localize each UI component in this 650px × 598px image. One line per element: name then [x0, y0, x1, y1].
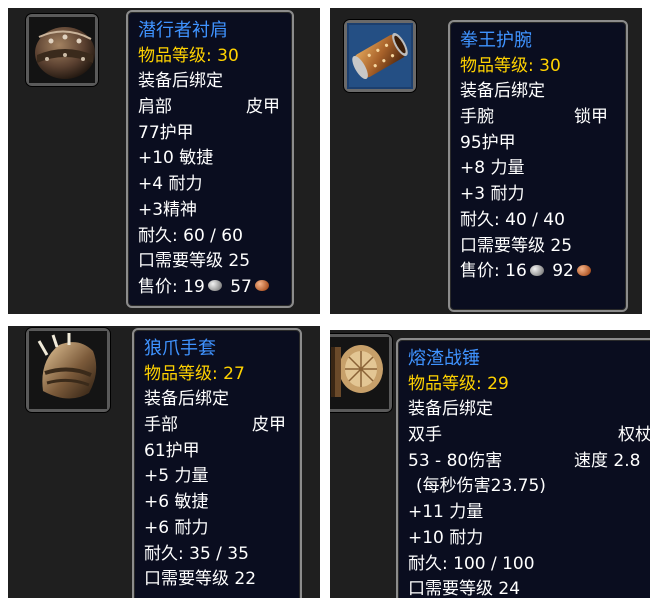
weapon-speed: 速度 2.8 [574, 450, 641, 471]
stat-line: +10 耐力 [408, 527, 484, 548]
leather-shoulders-icon [29, 17, 95, 83]
clawed-gloves-icon [29, 331, 107, 409]
stat-line: +5 力量 [144, 466, 209, 487]
bind-text: 装备后绑定 [144, 389, 229, 410]
slot-row: 双手 权杖 [408, 423, 650, 449]
item-tooltip-shoulders: 潜行者衬肩 物品等级: 30 装备后绑定 肩部 皮甲 77护甲 +10 敏捷 +… [126, 10, 294, 308]
item-slot-shoulders[interactable] [26, 14, 98, 86]
item-level: 物品等级: 27 [144, 363, 245, 384]
level-requirement: 口需要等级 25 [460, 235, 573, 256]
slot-label: 肩部 [138, 97, 172, 118]
item-slot-bracers[interactable] [344, 20, 416, 92]
copper-coin-icon [576, 264, 591, 276]
slot-row: 手部 皮甲 [144, 413, 292, 439]
item-level: 物品等级: 29 [408, 373, 509, 394]
armor-type: 锁甲 [574, 107, 608, 128]
item-tooltip-hammer: 熔渣战锤 物品等级: 29 装备后绑定 双手 权杖 53 - 80伤害 速度 2… [396, 338, 650, 598]
stat-line: +11 力量 [408, 502, 484, 523]
armor-type: 皮甲 [246, 97, 280, 118]
sell-price: 售价: 19 57 [138, 275, 284, 301]
slot-row: 手腕 锁甲 [460, 105, 618, 131]
stat-line: +8 力量 [460, 158, 525, 179]
item-name: 拳王护腕 [460, 30, 532, 51]
weapon-type: 权杖 [618, 425, 650, 446]
damage-row: 53 - 80伤害 速度 2.8 [408, 449, 650, 475]
item-slot-gloves[interactable] [26, 328, 110, 412]
sell-price: 售价: 16 92 [460, 259, 618, 285]
item-panel-bracers: 拳王护腕 物品等级: 30 装备后绑定 手腕 锁甲 95护甲 +8 力量 +3 … [330, 8, 642, 314]
slot-label: 手腕 [460, 107, 494, 128]
item-level: 物品等级: 30 [138, 45, 239, 66]
armor-type: 皮甲 [252, 415, 286, 436]
item-panel-hammer: 熔渣战锤 物品等级: 29 装备后绑定 双手 权杖 53 - 80伤害 速度 2… [330, 330, 650, 598]
item-slot-hammer[interactable] [330, 334, 392, 412]
war-hammer-icon [330, 337, 389, 409]
damage-range: 53 - 80伤害 [408, 450, 503, 471]
item-tooltip-bracers: 拳王护腕 物品等级: 30 装备后绑定 手腕 锁甲 95护甲 +8 力量 +3 … [448, 20, 628, 312]
item-name: 狼爪手套 [144, 338, 216, 359]
durability: 耐久: 40 / 40 [460, 209, 565, 230]
level-requirement: 口需要等级 22 [144, 569, 257, 590]
item-name: 潜行者衬肩 [138, 20, 228, 41]
slot-row: 肩部 皮甲 [138, 95, 284, 121]
durability: 耐久: 35 / 35 [144, 543, 249, 564]
item-name: 熔渣战锤 [408, 348, 480, 369]
dps: (每秒伤害23.75) [416, 476, 546, 497]
bind-text: 装备后绑定 [138, 71, 223, 92]
item-panel-gloves: 狼爪手套 物品等级: 27 装备后绑定 手部 皮甲 61护甲 +5 力量 +6 … [8, 326, 320, 598]
durability: 耐久: 100 / 100 [408, 553, 535, 574]
item-tooltip-gloves: 狼爪手套 物品等级: 27 装备后绑定 手部 皮甲 61护甲 +5 力量 +6 … [132, 328, 302, 598]
level-requirement: 口需要等级 24 [408, 579, 521, 598]
stat-line: +3精神 [138, 199, 198, 220]
stat-line: +10 敏捷 [138, 148, 214, 169]
stat-line: +3 耐力 [460, 184, 525, 205]
copper-coin-icon [254, 280, 269, 292]
durability: 耐久: 60 / 60 [138, 225, 243, 246]
slot-label: 双手 [408, 425, 442, 446]
bind-text: 装备后绑定 [408, 399, 493, 420]
silver-coin-icon [529, 264, 544, 276]
slot-label: 手部 [144, 415, 178, 436]
silver-coin-icon [207, 280, 222, 292]
stat-line: +6 敏捷 [144, 492, 209, 513]
bracer-icon [347, 23, 413, 89]
armor-value: 95护甲 [460, 132, 516, 153]
bind-text: 装备后绑定 [460, 81, 545, 102]
level-requirement: 口需要等级 25 [138, 251, 251, 272]
item-panel-shoulders: 潜行者衬肩 物品等级: 30 装备后绑定 肩部 皮甲 77护甲 +10 敏捷 +… [8, 8, 320, 314]
armor-value: 77护甲 [138, 122, 194, 143]
armor-value: 61护甲 [144, 440, 200, 461]
item-level: 物品等级: 30 [460, 55, 561, 76]
stat-line: +6 耐力 [144, 517, 209, 538]
stat-line: +4 耐力 [138, 174, 203, 195]
